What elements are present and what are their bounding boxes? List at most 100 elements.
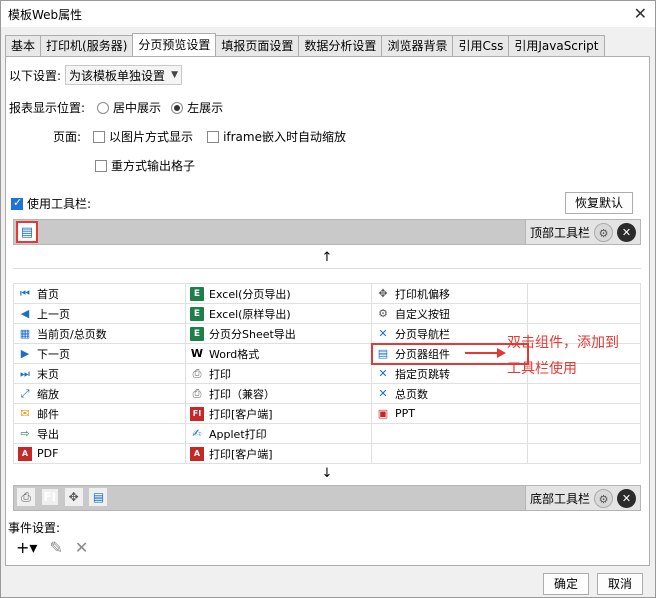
table-row: ⇨ 导出 ✍ Applet打印 xyxy=(13,423,641,444)
btn-zoom[interactable]: 缩放 xyxy=(37,386,59,402)
client-print-icon[interactable]: FI xyxy=(41,489,58,505)
events-actions: +▾ ✎ ✕ xyxy=(16,538,88,557)
close-circle-icon[interactable]: ✕ xyxy=(617,222,636,242)
btn-sheet-export[interactable]: 分页分Sheet导出 xyxy=(209,326,296,342)
last-page-icon: ⏭ xyxy=(20,366,30,380)
btn-print-client[interactable]: 打印[客户端] xyxy=(209,406,273,422)
close-circle-icon[interactable]: ✕ xyxy=(617,488,636,508)
gear-icon: ⚙ xyxy=(378,306,388,320)
btn-pdf[interactable]: PDF xyxy=(37,447,58,460)
export-icon: ⇨ xyxy=(20,426,30,440)
word-icon: W xyxy=(190,346,204,360)
use-toolbar-label: 使用工具栏: xyxy=(27,197,92,211)
move-up-arrow[interactable]: ↑ xyxy=(13,247,641,269)
btn-paginator[interactable]: 分页器组件 xyxy=(395,346,450,362)
ppt-icon: ▣ xyxy=(377,406,389,420)
image-mode-checkbox[interactable] xyxy=(93,130,106,143)
btn-page-nav[interactable]: 分页导航栏 xyxy=(395,326,450,342)
gear-icon[interactable]: ⚙ xyxy=(594,222,613,242)
btn-word[interactable]: Word格式 xyxy=(209,346,259,362)
tab-fill-page[interactable]: 填报页面设置 xyxy=(215,35,300,56)
tab-pagination-preview[interactable]: 分页预览设置 xyxy=(132,33,217,56)
btn-next[interactable]: 下一页 xyxy=(37,346,70,362)
btn-export[interactable]: 导出 xyxy=(37,426,59,442)
chevron-down-icon: ▼ xyxy=(171,70,178,80)
radio-left-label: 左展示 xyxy=(187,101,224,115)
btn-last[interactable]: 末页 xyxy=(37,366,59,382)
excel-icon: E xyxy=(190,326,204,341)
annotation-line2: 工具栏使用 xyxy=(507,361,577,377)
applet-icon: ✍ xyxy=(192,426,202,440)
paginator-icon[interactable]: ▤ xyxy=(89,488,108,506)
excel-icon: E xyxy=(190,286,204,301)
square-grid-label: 重方式输出格子 xyxy=(111,159,196,173)
tab-browser-background[interactable]: 浏览器背景 xyxy=(381,35,454,56)
top-toolbar-label: 顶部工具栏 xyxy=(529,225,590,240)
annotation-line1: 双击组件，添加到 xyxy=(507,335,619,351)
tab-ref-css[interactable]: 引用Css xyxy=(452,35,510,56)
scope-row: 以下设置: 为该模板单独设置 ▼ xyxy=(9,65,182,85)
add-icon[interactable]: +▾ xyxy=(16,538,37,557)
btn-total-pages[interactable]: 总页数 xyxy=(395,386,428,402)
radio-left[interactable] xyxy=(171,101,184,114)
next-page-icon: ▶ xyxy=(20,346,30,360)
page-row: 页面: 以图片方式显示 iframe嵌入时自动缩放 xyxy=(53,128,346,145)
cancel-button[interactable]: 取消 xyxy=(597,573,643,595)
gear-icon[interactable]: ⚙ xyxy=(594,488,613,508)
tab-ref-javascript[interactable]: 引用JavaScript xyxy=(508,35,605,56)
top-toolbar-controls: 顶部工具栏 ⚙ ✕ xyxy=(524,220,640,244)
first-page-icon: ⏮ xyxy=(20,286,30,300)
paginator-icon: ▤ xyxy=(377,346,389,360)
table-row: ⏮ 首页 E Excel(分页导出) ✥ 打印机偏移 xyxy=(13,283,641,304)
image-mode-label: 以图片方式显示 xyxy=(109,130,194,144)
events-row: 事件设置: xyxy=(8,519,60,536)
tab-basic[interactable]: 基本 xyxy=(5,35,42,56)
btn-first[interactable]: 首页 xyxy=(37,286,59,302)
move-down-arrow[interactable]: ↓ xyxy=(13,463,641,485)
prev-page-icon: ◀ xyxy=(20,306,30,320)
jump-icon: ✕ xyxy=(378,366,388,380)
iframe-zoom-checkbox[interactable] xyxy=(207,130,220,143)
edit-icon[interactable]: ✎ xyxy=(49,538,62,557)
tab-printer-server[interactable]: 打印机(服务器) xyxy=(40,35,134,56)
tab-strip: 基本 打印机(服务器) 分页预览设置 填报页面设置 数据分析设置 浏览器背景 引… xyxy=(5,33,605,56)
move-icon[interactable]: ✥ xyxy=(64,488,83,506)
close-icon[interactable]: ✕ xyxy=(634,4,647,23)
printer-icon: ⎙ xyxy=(192,366,202,380)
title-bar: 模板Web属性 ✕ xyxy=(1,1,655,27)
printer-icon[interactable]: ⎙ xyxy=(17,488,35,506)
square-grid-row: 重方式输出格子 xyxy=(95,157,195,174)
btn-excel-page[interactable]: Excel(分页导出) xyxy=(209,286,291,302)
use-toolbar-checkbox[interactable] xyxy=(11,196,23,210)
btn-jump-page[interactable]: 指定页跳转 xyxy=(395,366,450,382)
btn-current-total[interactable]: 当前页/总页数 xyxy=(37,326,107,342)
square-grid-checkbox[interactable] xyxy=(95,159,107,172)
btn-print-client-2[interactable]: 打印[客户端] xyxy=(209,446,273,462)
btn-prev[interactable]: 上一页 xyxy=(37,306,70,322)
bottom-toolbar: ⎙ FI ✥ ▤ 底部工具栏 ⚙ ✕ xyxy=(13,485,641,511)
total-icon: ✕ xyxy=(378,386,388,400)
delete-icon[interactable]: ✕ xyxy=(75,538,88,557)
btn-applet-print[interactable]: Applet打印 xyxy=(209,426,267,442)
btn-printer-offset[interactable]: 打印机偏移 xyxy=(395,286,450,302)
dialog-title: 模板Web属性 xyxy=(8,8,83,22)
btn-mail[interactable]: 邮件 xyxy=(37,406,59,422)
web-properties-dialog: 模板Web属性 ✕ 基本 打印机(服务器) 分页预览设置 填报页面设置 数据分析… xyxy=(0,0,656,598)
table-row: ✉ 邮件 FI 打印[客户端] ▣ PPT xyxy=(13,403,641,424)
btn-ppt[interactable]: PPT xyxy=(395,407,415,420)
scope-select[interactable]: 为该模板单独设置 ▼ xyxy=(65,65,182,85)
ok-button[interactable]: 确定 xyxy=(543,573,589,595)
restore-default-button[interactable]: 恢复默认 xyxy=(565,192,633,214)
btn-print-compat[interactable]: 打印（兼容） xyxy=(209,386,275,402)
btn-print[interactable]: 打印 xyxy=(209,366,231,382)
use-toolbar-row: 使用工具栏: xyxy=(11,195,91,212)
pdf-icon: A xyxy=(18,446,32,461)
top-toolbar-paginator-icon[interactable]: ▤ xyxy=(16,221,38,243)
btn-excel-original[interactable]: Excel(原样导出) xyxy=(209,306,291,322)
tab-data-analysis[interactable]: 数据分析设置 xyxy=(298,35,383,56)
radio-center[interactable] xyxy=(97,101,110,114)
table-row: ◀ 上一页 E Excel(原样导出) ⚙ 自定义按钮 xyxy=(13,303,641,324)
table-row: A PDF A 打印[客户端] xyxy=(13,443,641,464)
btn-custom[interactable]: 自定义按钮 xyxy=(395,306,450,322)
client-print-icon: FI xyxy=(190,406,204,421)
